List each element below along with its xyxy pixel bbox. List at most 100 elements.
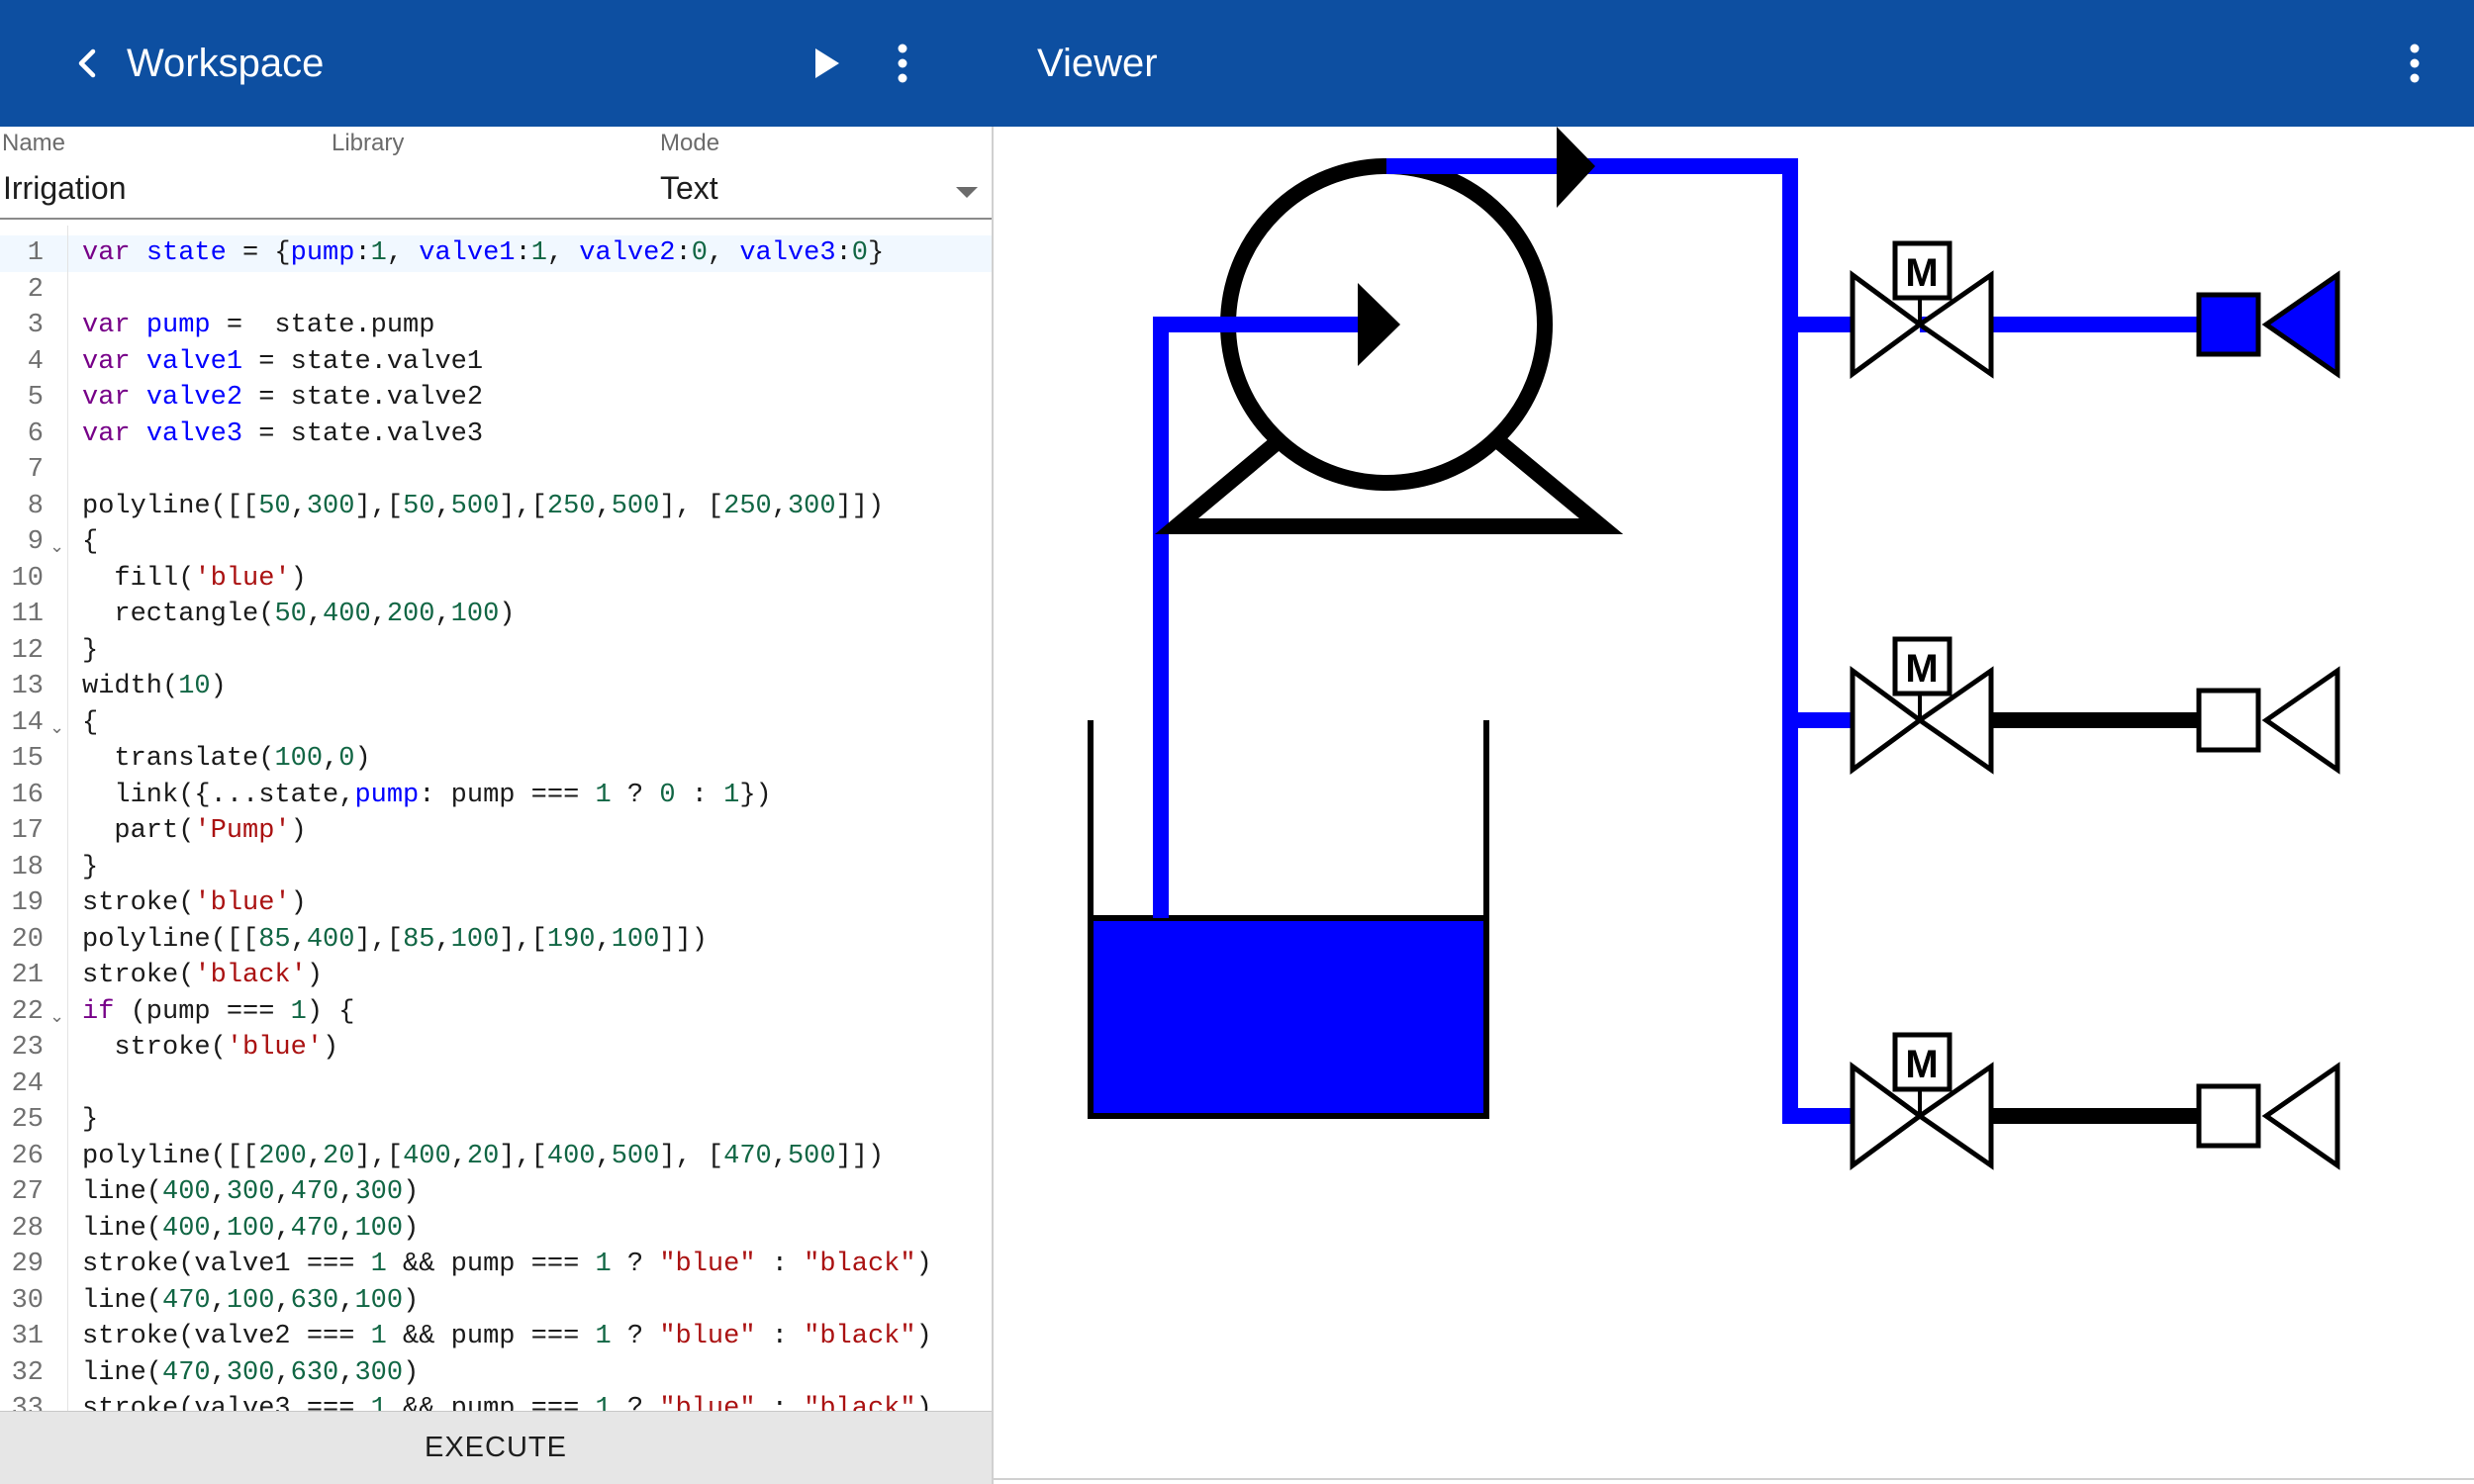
- code-text: stroke(valve3 === 1 && pump === 1 ? "blu…: [82, 1394, 932, 1411]
- back-button[interactable]: [55, 32, 119, 95]
- code-text: {: [82, 527, 99, 557]
- more-vert-icon: [898, 44, 907, 83]
- code-text: }: [82, 635, 99, 666]
- gutter-divider: [67, 226, 68, 1411]
- sprinkler-2: [2196, 666, 2340, 775]
- code-line[interactable]: 4 var valve1 = state.valve1: [0, 344, 992, 381]
- code-line[interactable]: 19 stroke('blue'): [0, 885, 992, 922]
- code-text: }: [82, 1105, 99, 1135]
- code-line[interactable]: 30 line(470,100,630,100): [0, 1283, 992, 1320]
- code-line[interactable]: 31 stroke(valve2 === 1 && pump === 1 ? "b…: [0, 1319, 992, 1355]
- discharge-arrow-icon: [1557, 127, 1595, 208]
- code-line[interactable]: 8 polyline([[50,300],[50,500],[250,500], …: [0, 489, 992, 525]
- line-number: 5: [27, 383, 44, 413]
- code-line[interactable]: 11 rectangle(50,400,200,100): [0, 597, 992, 633]
- code-line[interactable]: 6 var valve3 = state.valve3: [0, 417, 992, 453]
- library-label: Library: [332, 130, 405, 156]
- code-line[interactable]: 16 link({...state,pump: pump === 1 ? 0 :…: [0, 778, 992, 814]
- valve-3-motor-label: M: [1905, 1043, 1938, 1086]
- code-text: stroke('blue'): [82, 888, 307, 918]
- code-line[interactable]: 32 line(470,300,630,300): [0, 1355, 992, 1392]
- code-text: line(470,100,630,100): [82, 1285, 420, 1316]
- line-number: 13: [11, 672, 44, 701]
- line-number: 4: [27, 346, 44, 377]
- valve-1[interactable]: M: [1850, 240, 1994, 379]
- valve-2[interactable]: M: [1850, 636, 1994, 775]
- line-number: 2: [27, 274, 44, 305]
- line-number: 9: [27, 527, 44, 557]
- workspace-title: Workspace: [127, 42, 325, 85]
- code-line[interactable]: 26 polyline([[200,20],[400,20],[400,500],…: [0, 1139, 992, 1175]
- workspace-menu-button[interactable]: [871, 32, 934, 95]
- viewer-canvas: M M M: [994, 127, 2474, 1478]
- code-line[interactable]: 25}: [0, 1102, 992, 1139]
- line-number: 32: [11, 1357, 44, 1388]
- code-text: stroke(valve1 === 1 && pump === 1 ? "blu…: [82, 1250, 932, 1279]
- code-text: var valve2 = state.valve2: [82, 383, 484, 413]
- code-line[interactable]: 27 line(400,300,470,300): [0, 1174, 992, 1211]
- code-editor[interactable]: 1 var state = {pump:1, valve1:1, valve2:0…: [0, 226, 992, 1411]
- line-number: 1: [27, 238, 44, 268]
- more-vert-icon: [2410, 44, 2420, 83]
- code-line[interactable]: 28 line(400,100,470,100): [0, 1211, 992, 1248]
- code-text: translate(100,0): [82, 744, 371, 774]
- code-text: var state = {pump:1, valve1:1, valve2:0,…: [82, 238, 885, 268]
- code-line[interactable]: 2: [0, 272, 992, 309]
- name-field[interactable]: [0, 164, 320, 212]
- code-line[interactable]: 1 var state = {pump:1, valve1:1, valve2:0…: [0, 235, 992, 272]
- line-number: 27: [11, 1177, 44, 1207]
- line-number: 28: [11, 1213, 44, 1244]
- code-line[interactable]: 5 var valve2 = state.valve2: [0, 380, 992, 417]
- code-text: rectangle(50,400,200,100): [82, 600, 516, 629]
- code-line[interactable]: 22 ⌄ if (pump === 1) {: [0, 994, 992, 1031]
- run-button[interactable]: [794, 32, 857, 95]
- chevron-down-icon[interactable]: [952, 184, 982, 200]
- code-line[interactable]: 14 ⌄{: [0, 705, 992, 742]
- code-text: link({...state,pump: pump === 1 ? 0 : 1}…: [82, 780, 772, 810]
- valve-3[interactable]: M: [1850, 1032, 1994, 1170]
- code-line[interactable]: 17 part('Pump'): [0, 813, 992, 850]
- valve-1-motor-label: M: [1905, 251, 1938, 295]
- code-line[interactable]: 13 width(10): [0, 669, 992, 705]
- line-number: 12: [11, 635, 44, 666]
- code-text: width(10): [82, 672, 227, 701]
- line-number: 10: [11, 563, 44, 594]
- line-number: 31: [11, 1322, 44, 1351]
- code-line[interactable]: 24: [0, 1067, 992, 1103]
- line-number: 26: [11, 1141, 44, 1171]
- code-line[interactable]: 29 stroke(valve1 === 1 && pump === 1 ? "b…: [0, 1247, 992, 1283]
- code-text: line(470,300,630,300): [82, 1357, 420, 1388]
- code-line[interactable]: 7: [0, 452, 992, 489]
- code-line[interactable]: 33 stroke(valve3 === 1 && pump === 1 ? "b…: [0, 1391, 992, 1411]
- line-number: 23: [11, 1033, 44, 1063]
- mode-select[interactable]: Text: [660, 168, 718, 208]
- line-number: 19: [11, 888, 44, 918]
- line-number: 29: [11, 1250, 44, 1279]
- line-number: 21: [11, 961, 44, 990]
- line-number: 6: [27, 418, 44, 449]
- line-number: 17: [11, 816, 44, 846]
- code-text: fill('blue'): [82, 563, 307, 594]
- line-number: 24: [11, 1068, 44, 1099]
- code-text: {: [82, 707, 99, 738]
- code-line[interactable]: 9 ⌄{: [0, 524, 992, 561]
- line-number: 20: [11, 924, 44, 955]
- viewer-menu-button[interactable]: [2383, 32, 2446, 95]
- code-text: part('Pump'): [82, 816, 307, 846]
- line-number: 7: [27, 455, 44, 485]
- library-select[interactable]: [332, 168, 628, 208]
- line-number: 22: [11, 996, 44, 1027]
- code-line[interactable]: 15 translate(100,0): [0, 741, 992, 778]
- pump[interactable]: [1154, 158, 1624, 534]
- code-line[interactable]: 12}: [0, 633, 992, 670]
- code-line[interactable]: 18}: [0, 850, 992, 886]
- code-text: stroke(valve2 === 1 && pump === 1 ? "blu…: [82, 1322, 932, 1351]
- execute-button[interactable]: EXECUTE: [0, 1411, 992, 1484]
- code-text: polyline([[50,300],[50,500],[250,500], […: [82, 491, 885, 521]
- code-line[interactable]: 21 stroke('black'): [0, 958, 992, 994]
- code-text: polyline([[200,20],[400,20],[400,500], […: [82, 1141, 885, 1171]
- code-line[interactable]: 10 fill('blue'): [0, 561, 992, 598]
- code-line[interactable]: 23 stroke('blue'): [0, 1030, 992, 1067]
- code-line[interactable]: 20 polyline([[85,400],[85,100],[190,100]]…: [0, 922, 992, 959]
- code-line[interactable]: 3 var pump = state.pump: [0, 308, 992, 344]
